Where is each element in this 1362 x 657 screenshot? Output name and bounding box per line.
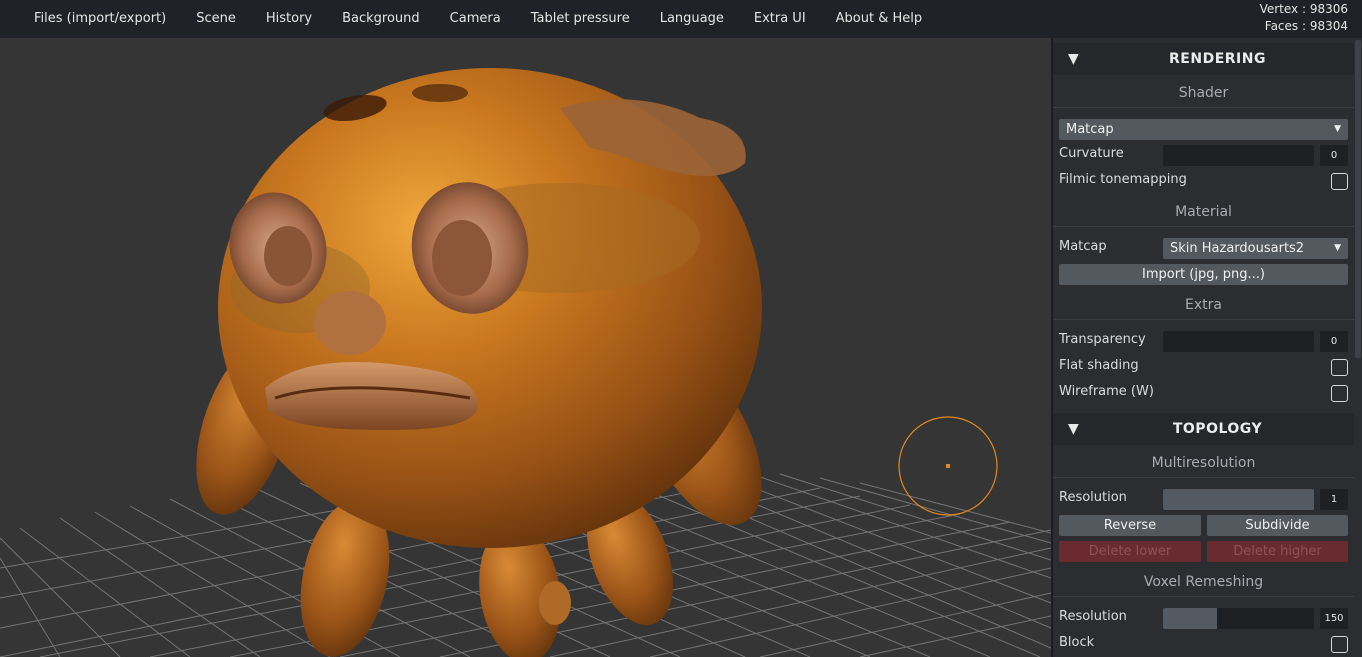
menu-tablet-pressure[interactable]: Tablet pressure	[516, 0, 645, 38]
wireframe-checkbox[interactable]	[1331, 385, 1348, 402]
shader-select-value: Matcap	[1066, 122, 1114, 137]
block-checkbox[interactable]	[1331, 636, 1348, 653]
topology-title: TOPOLOGY	[1172, 421, 1263, 437]
transparency-label: Transparency	[1059, 332, 1146, 347]
wireframe-label: Wireframe (W)	[1059, 384, 1154, 399]
menu-history[interactable]: History	[251, 0, 327, 38]
voxel-remeshing-heading: Voxel Remeshing	[1053, 567, 1354, 597]
flat-shading-checkbox[interactable]	[1331, 359, 1348, 376]
curvature-slider[interactable]	[1163, 145, 1314, 166]
topology-section-header[interactable]: ▼ TOPOLOGY	[1053, 413, 1354, 445]
voxel-resolution-slider[interactable]	[1163, 608, 1314, 629]
filmic-tonemapping-label: Filmic tonemapping	[1059, 172, 1187, 187]
transparency-value[interactable]: 0	[1320, 331, 1348, 352]
multires-resolution-label: Resolution	[1059, 490, 1127, 505]
3d-viewport[interactable]	[0, 38, 1051, 657]
curvature-label: Curvature	[1059, 146, 1124, 161]
material-heading: Material	[1053, 197, 1354, 227]
filmic-tonemapping-checkbox[interactable]	[1331, 173, 1348, 190]
menu-language[interactable]: Language	[645, 0, 739, 38]
rendering-section-header[interactable]: ▼ RENDERING	[1053, 43, 1354, 75]
multiresolution-heading: Multiresolution	[1053, 448, 1354, 478]
transparency-slider[interactable]	[1163, 331, 1314, 352]
mesh-stats: Vertex : 98306 Faces : 98304	[1260, 1, 1348, 35]
delete-higher-button[interactable]: Delete higher	[1207, 541, 1348, 562]
extra-heading: Extra	[1053, 290, 1354, 320]
menu-extra-ui[interactable]: Extra UI	[739, 0, 821, 38]
top-menu-bar: Files (import/export) Scene History Back…	[0, 0, 1362, 38]
dropdown-caret-icon: ▼	[1334, 243, 1341, 253]
dropdown-caret-icon: ▼	[1334, 124, 1341, 134]
viewport-canvas[interactable]	[0, 38, 1051, 657]
multires-resolution-slider-fill	[1163, 489, 1314, 510]
delete-lower-button[interactable]: Delete lower	[1059, 541, 1201, 562]
matcap-select-value: Skin Hazardousarts2	[1170, 241, 1305, 256]
main-menu: Files (import/export) Scene History Back…	[0, 0, 937, 38]
menu-about-help[interactable]: About & Help	[821, 0, 937, 38]
matcap-label: Matcap	[1059, 239, 1107, 254]
panel-scrollbar-thumb[interactable]	[1355, 40, 1361, 358]
import-matcap-button[interactable]: Import (jpg, png...)	[1059, 264, 1348, 285]
menu-background[interactable]: Background	[327, 0, 435, 38]
multires-resolution-slider[interactable]	[1163, 489, 1314, 510]
subdivide-button[interactable]: Subdivide	[1207, 515, 1348, 536]
voxel-resolution-value[interactable]: 150	[1320, 608, 1348, 629]
model-nose	[314, 291, 386, 355]
voxel-resolution-label: Resolution	[1059, 609, 1127, 624]
menu-camera[interactable]: Camera	[435, 0, 516, 38]
panel-scrollbar[interactable]	[1354, 38, 1362, 657]
vertex-count: Vertex : 98306	[1259, 2, 1348, 16]
rendering-title: RENDERING	[1169, 51, 1266, 67]
block-label: Block	[1059, 635, 1095, 650]
flat-shading-label: Flat shading	[1059, 358, 1139, 373]
voxel-resolution-slider-fill	[1163, 608, 1218, 629]
matcap-select[interactable]: Skin Hazardousarts2 ▼	[1163, 238, 1348, 259]
collapse-arrow-icon[interactable]: ▼	[1068, 51, 1079, 67]
shader-heading: Shader	[1053, 78, 1354, 108]
curvature-value[interactable]: 0	[1320, 145, 1348, 166]
multires-resolution-value[interactable]: 1	[1320, 489, 1348, 510]
menu-scene[interactable]: Scene	[181, 0, 251, 38]
menu-files[interactable]: Files (import/export)	[0, 0, 181, 38]
collapse-arrow-icon[interactable]: ▼	[1068, 421, 1079, 437]
side-panel: ▼ RENDERING Shader Matcap ▼ Curvature 0 …	[1051, 38, 1362, 657]
brush-center-dot	[946, 464, 950, 468]
shader-select[interactable]: Matcap ▼	[1059, 119, 1348, 140]
reverse-button[interactable]: Reverse	[1059, 515, 1201, 536]
face-count: Faces : 98304	[1264, 19, 1348, 33]
